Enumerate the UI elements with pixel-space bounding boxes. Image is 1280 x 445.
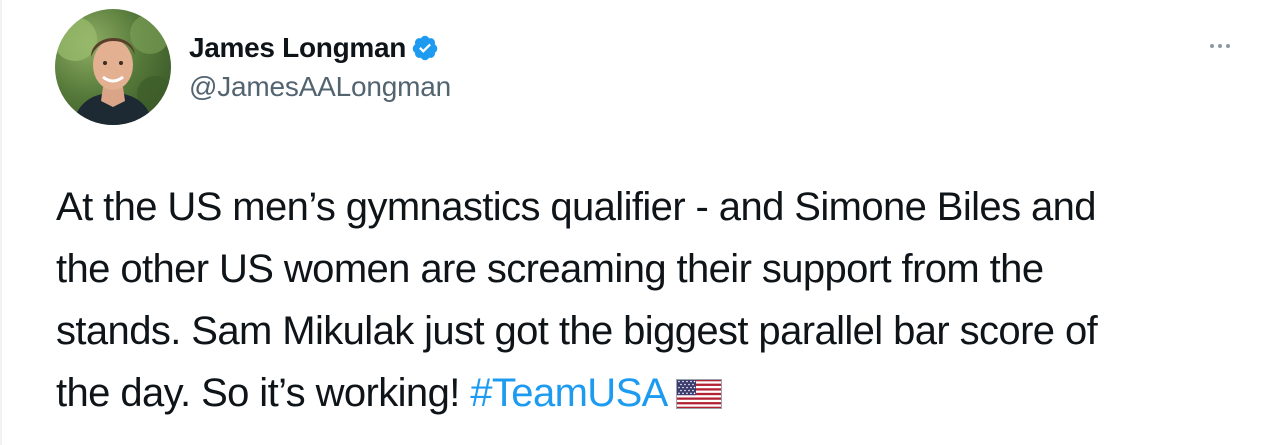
tweet-text: At the US men’s gymnastics qualifier - a… [56, 176, 1256, 424]
verified-badge-icon [411, 34, 439, 62]
tweet-text-line: stands. Sam Mikulak just got the biggest… [56, 309, 1098, 353]
more-horizontal-icon[interactable] [1210, 38, 1240, 54]
tweet: James Longman @JamesAALongman At the US … [0, 0, 1280, 445]
tweet-text-line-last: the day. So it’s working! #TeamUSA [56, 362, 1256, 424]
more-dot [1218, 44, 1222, 48]
avatar[interactable] [55, 9, 171, 125]
tweet-text-line: the day. So it’s working! [56, 371, 471, 415]
author-handle[interactable]: @JamesAALongman [189, 71, 451, 103]
avatar-image [55, 14, 171, 125]
author-name-row: James Longman [189, 30, 439, 66]
tweet-text-line: the other US women are screaming their s… [56, 247, 1044, 291]
hashtag-link[interactable]: #TeamUSA [470, 371, 668, 415]
us-flag-icon [675, 365, 722, 409]
author-display-name[interactable]: James Longman [189, 32, 406, 64]
more-dot [1210, 44, 1214, 48]
tweet-text-line: At the US men’s gymnastics qualifier - a… [56, 185, 1097, 229]
more-dot [1226, 44, 1230, 48]
